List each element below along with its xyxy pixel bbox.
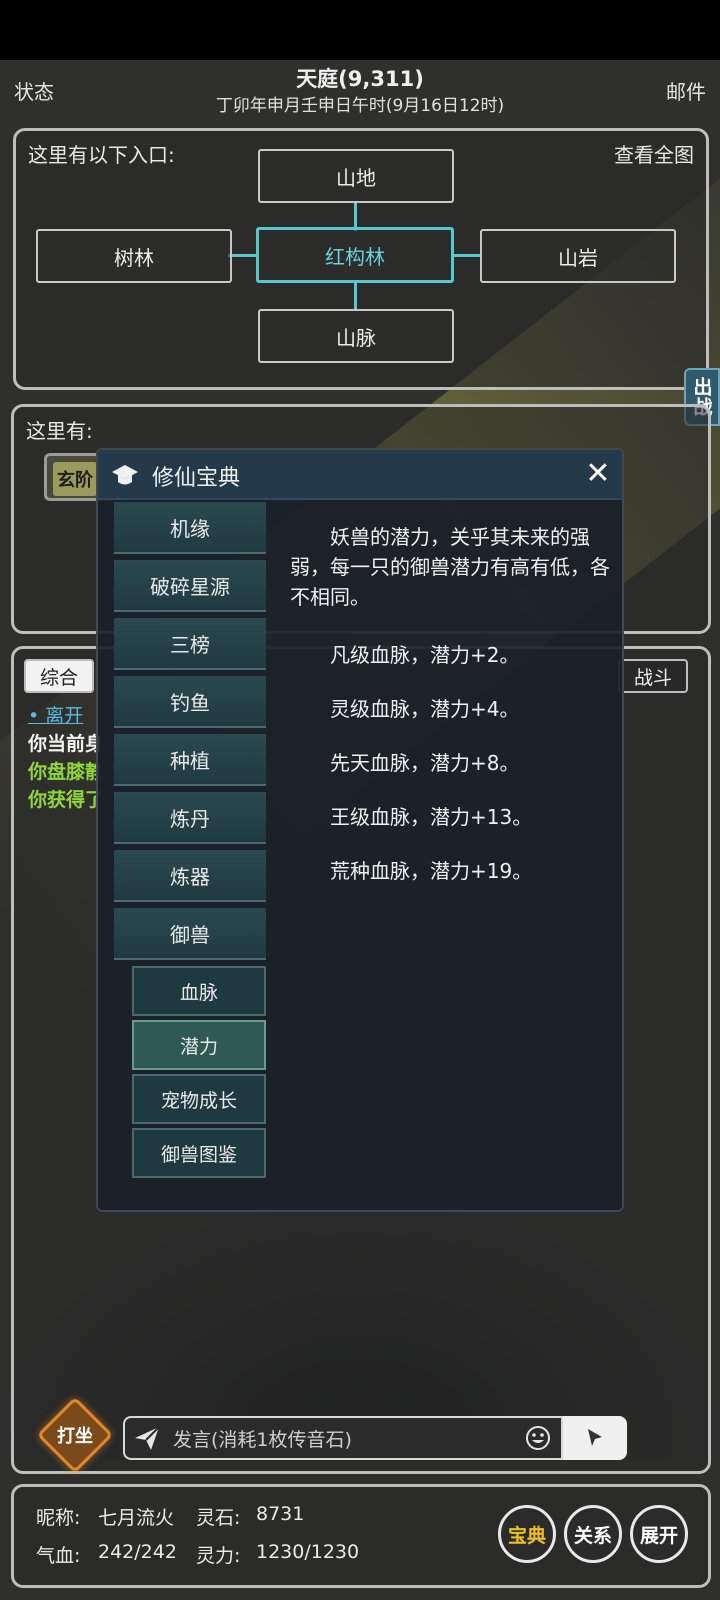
nickname-value: 七月流火 xyxy=(98,1507,175,1529)
content-row: 王级血脉，潜力+13。 xyxy=(330,805,533,829)
map-link-east xyxy=(452,254,482,257)
tab-general[interactable]: 综合 xyxy=(24,659,94,693)
menu-item-xingyuan[interactable]: 破碎星源 xyxy=(114,560,266,612)
game-datetime: 丁卯年申月壬申日午时(9月16日12时) xyxy=(215,96,505,116)
system-status-bar xyxy=(0,0,720,60)
dialog-title: 修仙宝典 xyxy=(152,466,241,491)
emoji-icon[interactable] xyxy=(525,1425,551,1451)
submenu-item-bloodline[interactable]: 血脉 xyxy=(132,966,266,1016)
menu-item-alchemy[interactable]: 炼丹 xyxy=(114,792,266,844)
map-node-north[interactable]: 山地 xyxy=(258,149,454,203)
view-full-map-button[interactable]: 查看全图 xyxy=(614,139,694,168)
content-row: 灵级血脉，潜力+4。 xyxy=(330,697,520,721)
chat-row: 打坐 发言(消耗1枚传音石) xyxy=(36,1396,680,1474)
tab-battle[interactable]: 战斗 xyxy=(618,659,688,693)
menu-item-fishing[interactable]: 钓鱼 xyxy=(114,676,266,728)
meditate-label: 打坐 xyxy=(57,1426,93,1447)
log-line-current: 你当前身 xyxy=(28,733,100,755)
chat-placeholder: 发言(消耗1枚传音石) xyxy=(173,1428,352,1451)
hp-label: 气血: xyxy=(36,1545,81,1567)
map-node-current[interactable]: 红构林 xyxy=(256,227,454,283)
menu-item-beast-taming[interactable]: 御兽 xyxy=(114,908,266,960)
menu-item-forging[interactable]: 炼器 xyxy=(114,850,266,902)
menu-item-jiyuan[interactable]: 机缘 xyxy=(114,502,266,554)
player-status-panel: 昵称: 七月流火 灵石: 8731 气血: 242/242 灵力: 1230/1… xyxy=(11,1484,711,1588)
send-icon[interactable] xyxy=(133,1424,161,1452)
map-panel: 这里有以下入口: 查看全图 山地 树林 红构林 山岩 山脉 xyxy=(13,128,709,390)
map-link-south xyxy=(354,283,357,311)
codex-dialog: 修仙宝典 ✕ 机缘 破碎星源 三榜 钓鱼 种植 炼丹 炼器 御兽 血脉 潜力 宠… xyxy=(96,448,624,1212)
log-line-meditate: 你盘膝静 xyxy=(28,761,100,783)
content-row: 凡级血脉，潜力+2。 xyxy=(330,643,520,667)
mana-label: 灵力: xyxy=(196,1545,241,1567)
meditate-button[interactable]: 打坐 xyxy=(48,1410,102,1464)
top-header: 状态 天庭(9,311) 丁卯年申月壬申日午时(9月16日12时) 邮件 xyxy=(0,60,720,120)
relations-button[interactable]: 关系 xyxy=(564,1505,622,1563)
menu-item-planting[interactable]: 种植 xyxy=(114,734,266,786)
map-link-west xyxy=(228,254,258,257)
expand-button[interactable]: 展开 xyxy=(630,1505,688,1563)
npc-chip-label: 玄阶 xyxy=(53,462,97,496)
map-node-east[interactable]: 山岩 xyxy=(480,229,676,283)
content-row: 先天血脉，潜力+8。 xyxy=(330,751,520,775)
spirit-stone-value: 8731 xyxy=(256,1503,305,1525)
submenu-item-potential[interactable]: 潜力 xyxy=(132,1020,266,1070)
menu-item-sanbang[interactable]: 三榜 xyxy=(114,618,266,670)
dialog-header: 修仙宝典 ✕ xyxy=(98,450,622,500)
select-cursor-button[interactable] xyxy=(563,1416,627,1460)
codex-button[interactable]: 宝典 xyxy=(498,1505,556,1563)
mana-value: 1230/1230 xyxy=(256,1541,360,1563)
map-node-west[interactable]: 树林 xyxy=(36,229,232,283)
spirit-stone-label: 灵石: xyxy=(196,1507,241,1529)
codex-content: 妖兽的潜力，关乎其未来的强弱，每一只的御兽潜力有高有低，各不相同。 凡级血脉，潜… xyxy=(290,522,610,883)
location-title: 天庭(9,311) xyxy=(296,67,424,91)
submenu-item-beast-index[interactable]: 御兽图鉴 xyxy=(132,1128,266,1178)
submenu-item-pet-growth[interactable]: 宠物成长 xyxy=(132,1074,266,1124)
chat-input[interactable]: 发言(消耗1枚传音石) xyxy=(123,1416,563,1460)
entrances-label: 这里有以下入口: xyxy=(28,143,175,167)
hp-value: 242/242 xyxy=(98,1541,177,1563)
graduation-cap-icon xyxy=(112,465,138,485)
nickname-label: 昵称: xyxy=(36,1507,81,1529)
log-line-gain: 你获得了 xyxy=(28,789,100,811)
cursor-icon xyxy=(588,1429,602,1446)
mail-button[interactable]: 邮件 xyxy=(666,76,706,105)
content-row: 荒种血脉，潜力+19。 xyxy=(330,859,533,883)
content-intro: 妖兽的潜力，关乎其未来的强弱，每一只的御兽潜力有高有低，各不相同。 xyxy=(290,525,610,609)
here-label: 这里有: xyxy=(26,419,93,443)
close-icon[interactable]: ✕ xyxy=(580,456,616,492)
map-node-south[interactable]: 山脉 xyxy=(258,309,454,363)
